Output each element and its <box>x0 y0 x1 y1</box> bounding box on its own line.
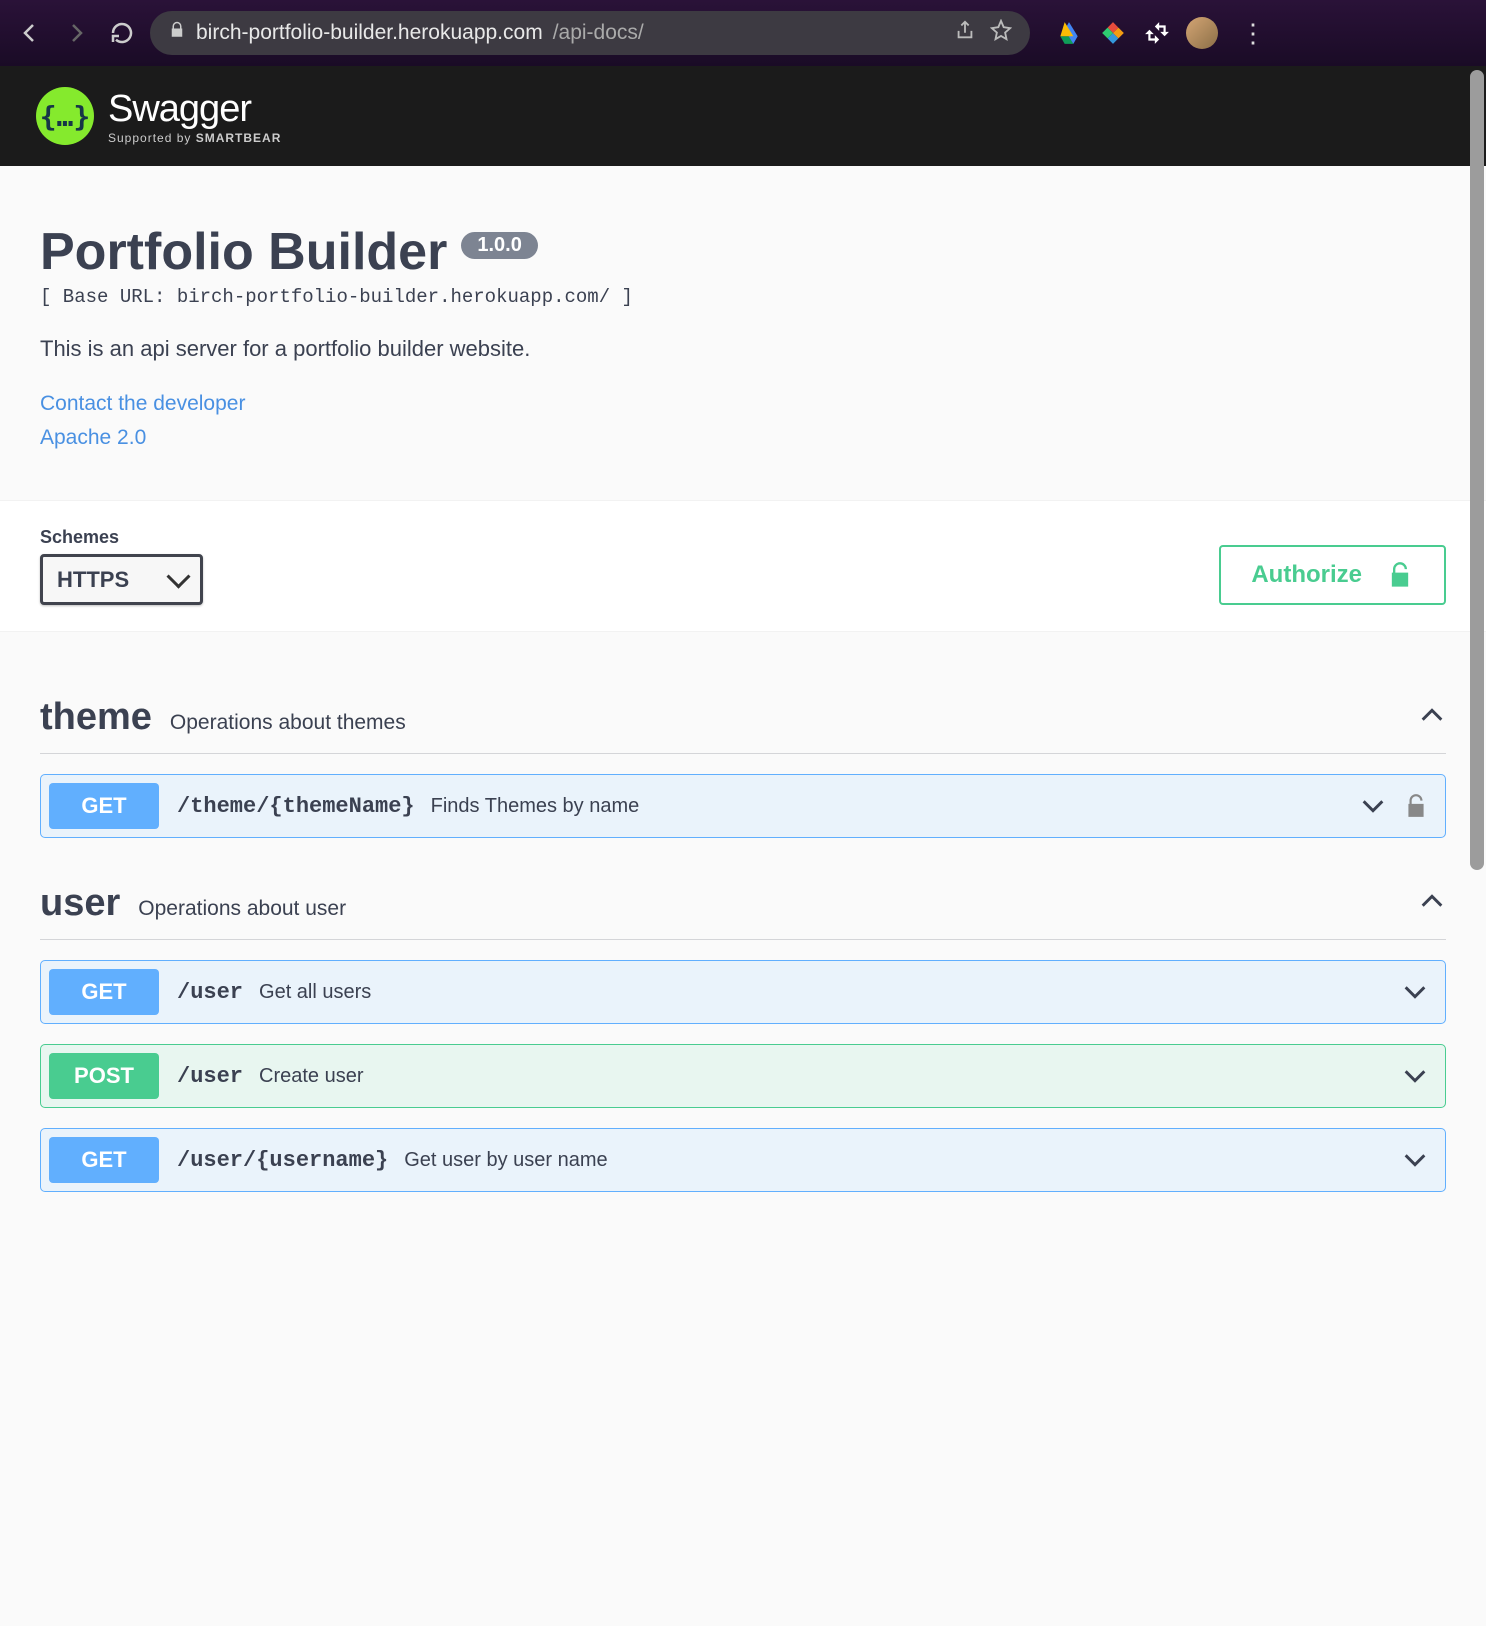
api-title: Portfolio Builder <box>40 222 447 282</box>
tag-header-user[interactable]: user Operations about user <box>40 882 1446 940</box>
tag-section-user: user Operations about user GET /user Get… <box>40 882 1446 1192</box>
operation-summary: Create user <box>259 1065 364 1088</box>
tag-section-theme: theme Operations about themes GET /theme… <box>40 696 1446 838</box>
operation-summary: Get all users <box>259 981 371 1004</box>
scrollbar-thumb[interactable] <box>1470 70 1484 870</box>
swagger-badge-icon: {…} <box>36 87 94 145</box>
operation-path: /user/{username} <box>177 1148 388 1173</box>
star-icon[interactable] <box>990 19 1012 47</box>
scheme-select[interactable]: HTTPS <box>40 554 203 605</box>
browser-toolbar: birch-portfolio-builder.herokuapp.com/ap… <box>0 0 1486 66</box>
schemes-label: Schemes <box>40 527 203 548</box>
profile-avatar[interactable] <box>1186 17 1218 49</box>
chevron-down-icon <box>1401 1062 1429 1090</box>
chevron-down-icon <box>1401 1146 1429 1174</box>
base-url: [ Base URL: birch-portfolio-builder.hero… <box>40 286 1446 308</box>
extension-color-icon[interactable] <box>1098 18 1128 48</box>
lock-icon <box>168 21 186 45</box>
version-badge: 1.0.0 <box>461 232 537 259</box>
operation-get-user-by-name[interactable]: GET /user/{username} Get user by user na… <box>40 1128 1446 1192</box>
authorize-button[interactable]: Authorize <box>1219 545 1446 605</box>
chevron-down-icon <box>1401 978 1429 1006</box>
url-path: /api-docs/ <box>553 21 644 45</box>
back-button[interactable] <box>12 15 48 51</box>
operation-get-users[interactable]: GET /user Get all users <box>40 960 1446 1024</box>
method-badge: GET <box>49 969 159 1015</box>
operation-summary: Get user by user name <box>404 1149 607 1172</box>
operation-get-theme[interactable]: GET /theme/{themeName} Finds Themes by n… <box>40 774 1446 838</box>
api-description: This is an api server for a portfolio bu… <box>40 336 1446 362</box>
operation-summary: Finds Themes by name <box>431 795 640 818</box>
tag-name: user <box>40 882 120 925</box>
swagger-supported-by: Supported by SMARTBEAR <box>108 131 281 145</box>
swagger-logo[interactable]: {…} Swagger Supported by SMARTBEAR <box>36 87 281 145</box>
extension-drive-icon[interactable] <box>1054 18 1084 48</box>
tag-name: theme <box>40 696 152 739</box>
operation-post-user[interactable]: POST /user Create user <box>40 1044 1446 1108</box>
tag-description: Operations about user <box>138 897 346 921</box>
swagger-brand-text: Swagger <box>108 88 281 131</box>
operations-container: theme Operations about themes GET /theme… <box>0 632 1486 1232</box>
license-link[interactable]: Apache 2.0 <box>40 426 1446 450</box>
method-badge: GET <box>49 1137 159 1183</box>
operation-path: /theme/{themeName} <box>177 794 415 819</box>
api-info-section: Portfolio Builder 1.0.0 [ Base URL: birc… <box>0 166 1486 500</box>
swagger-topbar: {…} Swagger Supported by SMARTBEAR <box>0 66 1486 166</box>
tag-header-theme[interactable]: theme Operations about themes <box>40 696 1446 754</box>
url-host: birch-portfolio-builder.herokuapp.com <box>196 21 543 45</box>
scheme-container: Schemes HTTPS Authorize <box>0 500 1486 632</box>
contact-link[interactable]: Contact the developer <box>40 392 1446 416</box>
operation-path: /user <box>177 1064 243 1089</box>
unlock-icon <box>1386 561 1414 589</box>
method-badge: POST <box>49 1053 159 1099</box>
chevron-down-icon <box>1359 792 1387 820</box>
chevron-up-icon <box>1418 887 1446 920</box>
reload-button[interactable] <box>104 15 140 51</box>
chevron-up-icon <box>1418 701 1446 734</box>
forward-button[interactable] <box>58 15 94 51</box>
operation-path: /user <box>177 980 243 1005</box>
auth-lock-icon[interactable] <box>1403 793 1429 819</box>
authorize-label: Authorize <box>1251 561 1362 589</box>
browser-menu-icon[interactable]: ⋮ <box>1232 20 1274 46</box>
share-icon[interactable] <box>954 19 976 47</box>
method-badge: GET <box>49 783 159 829</box>
extensions-icon[interactable] <box>1142 18 1172 48</box>
address-bar[interactable]: birch-portfolio-builder.herokuapp.com/ap… <box>150 11 1030 55</box>
tag-description: Operations about themes <box>170 711 406 735</box>
